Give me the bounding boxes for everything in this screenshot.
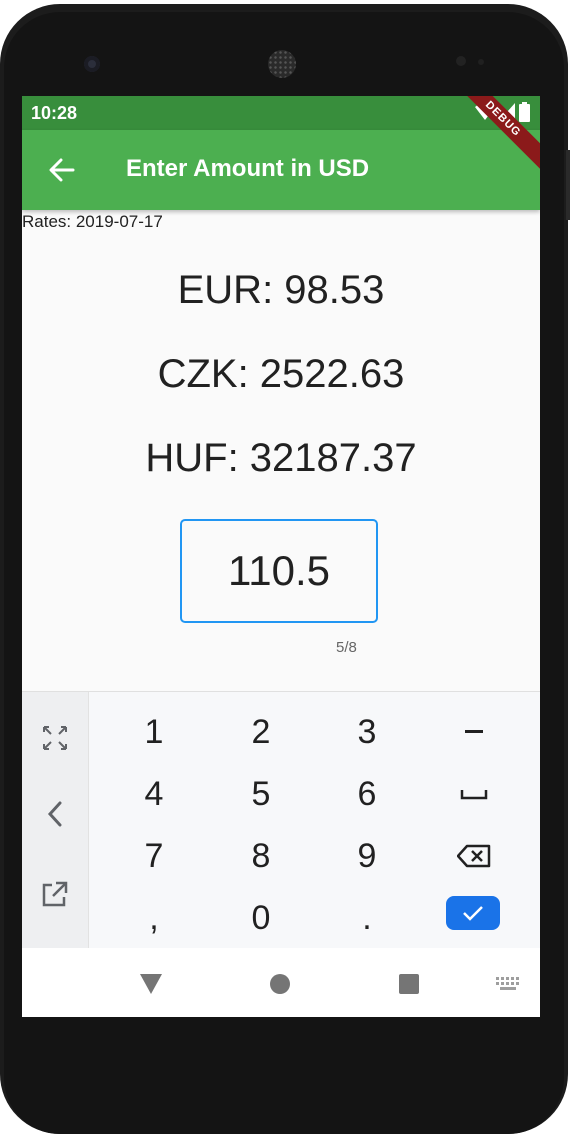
key-backspace[interactable] bbox=[424, 828, 524, 884]
backspace-icon bbox=[457, 844, 491, 868]
earpiece-speaker-icon bbox=[268, 50, 296, 78]
screen: 10:28 Enter Amount in USD DEBUG Rates: 2… bbox=[22, 96, 540, 1017]
rates-date: Rates: 2019-07-17 bbox=[22, 212, 163, 231]
amount-input-value: 110.5 bbox=[228, 547, 330, 594]
front-camera-icon bbox=[84, 56, 100, 72]
keyboard-side-panel bbox=[22, 692, 89, 948]
battery-icon bbox=[519, 102, 530, 122]
amount-input[interactable]: 110.5 bbox=[180, 519, 378, 623]
app-title: Enter Amount in USD bbox=[126, 155, 370, 182]
floating-keyboard-button[interactable] bbox=[22, 864, 88, 924]
key-period[interactable]: . bbox=[317, 890, 417, 946]
light-sensor-icon bbox=[478, 59, 484, 65]
keyboard-switch-button[interactable] bbox=[490, 966, 526, 1002]
circle-icon bbox=[270, 974, 290, 994]
minus-icon bbox=[465, 730, 483, 733]
key-6[interactable]: 6 bbox=[317, 766, 417, 822]
character-counter: 5/8 bbox=[336, 639, 357, 656]
square-icon bbox=[399, 974, 419, 994]
key-1[interactable]: 1 bbox=[104, 704, 204, 760]
conversion-eur: EUR: 98.53 bbox=[177, 268, 385, 312]
triangle-down-icon bbox=[140, 974, 162, 994]
navigation-bar bbox=[22, 948, 540, 1017]
key-comma[interactable]: , bbox=[104, 890, 204, 946]
arrow-back-icon bbox=[49, 158, 75, 182]
key-3[interactable]: 3 bbox=[317, 704, 417, 760]
space-bar-icon bbox=[460, 790, 488, 800]
key-9[interactable]: 9 bbox=[317, 828, 417, 884]
keyboard-back-button[interactable] bbox=[22, 784, 88, 844]
key-0[interactable]: 0 bbox=[211, 890, 311, 946]
status-time: 10:28 bbox=[31, 103, 78, 123]
key-8[interactable]: 8 bbox=[211, 828, 311, 884]
status-bar: 10:28 bbox=[22, 96, 540, 130]
expand-icon bbox=[43, 726, 67, 750]
nav-back-button[interactable] bbox=[133, 966, 169, 1002]
nav-recents-button[interactable] bbox=[391, 966, 427, 1002]
app-bar: Enter Amount in USD bbox=[22, 130, 540, 210]
key-space[interactable] bbox=[424, 766, 524, 822]
keyboard-icon bbox=[496, 977, 519, 990]
power-button bbox=[566, 150, 570, 220]
key-done[interactable] bbox=[446, 896, 500, 930]
key-2[interactable]: 2 bbox=[211, 704, 311, 760]
chevron-left-icon bbox=[47, 801, 62, 827]
nav-home-button[interactable] bbox=[262, 966, 298, 1002]
conversion-czk: CZK: 2522.63 bbox=[157, 352, 405, 396]
back-button[interactable] bbox=[44, 152, 80, 188]
conversion-huf: HUF: 32187.37 bbox=[145, 436, 417, 480]
key-minus[interactable] bbox=[424, 704, 524, 760]
key-5[interactable]: 5 bbox=[211, 766, 311, 822]
checkmark-icon bbox=[463, 906, 483, 921]
numeric-keyboard: 1 2 3 4 5 6 7 8 9 , 0 . bbox=[22, 691, 540, 948]
fullscreen-keyboard-button[interactable] bbox=[22, 708, 88, 768]
proximity-sensor-icon bbox=[456, 56, 466, 66]
popout-icon bbox=[42, 881, 68, 907]
key-4[interactable]: 4 bbox=[104, 766, 204, 822]
key-7[interactable]: 7 bbox=[104, 828, 204, 884]
